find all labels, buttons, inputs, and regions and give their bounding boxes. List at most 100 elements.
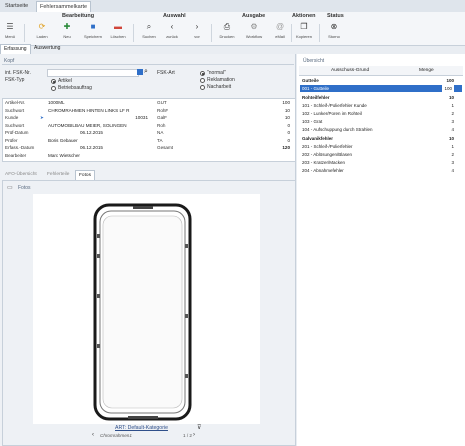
pruef-datum-value[interactable]: 06.12.2015	[48, 129, 103, 137]
overview-row[interactable]: 101 - Schleif-/Polierfehler Kunde 1	[300, 102, 462, 109]
overview-row[interactable]: 001 - Gutteile 100	[300, 85, 462, 92]
stat-gut-value: 100	[282, 100, 290, 105]
list-icon[interactable]	[137, 69, 143, 75]
pruefer-value[interactable]: Boris Gebauer	[48, 137, 148, 145]
tab-fotos[interactable]: Fotos	[75, 170, 95, 180]
overview-row[interactable]: 203 - Kratzer/Macken 3	[300, 159, 462, 166]
zurueck-button[interactable]: ‹ zurück	[163, 22, 181, 39]
photo-viewer[interactable]	[33, 194, 260, 424]
laden-button[interactable]: ⟳ Laden	[33, 22, 51, 39]
tab-erfassung[interactable]: Erfassung	[0, 44, 31, 54]
kopf-divider	[2, 64, 294, 65]
overview-row[interactable]: 201 - Schleif-/Polierfehler 1	[300, 143, 462, 150]
prev-photo-icon[interactable]: ‹	[92, 432, 94, 438]
overview-row[interactable]: 104 - Aufschuppung durch Strahlen 4	[300, 126, 462, 133]
ribbon-separator	[291, 24, 292, 42]
kunde-link-icon[interactable]: ➤	[40, 114, 44, 122]
kunde-label: Kunde	[5, 115, 19, 120]
stat-galf-value: 10	[284, 115, 290, 120]
overview-row[interactable]: Gutteile 100	[300, 77, 462, 84]
artikel-nr-label: Artikel-Nr.	[5, 100, 26, 105]
stat-gesamt-value: 120	[282, 145, 290, 150]
stat-ta-label: TA	[157, 137, 163, 143]
group-title-auswahl: Auswahl	[163, 13, 186, 19]
tab-fehlerteile[interactable]: Fehlerteile	[44, 170, 72, 179]
ribbon-separator	[24, 24, 25, 42]
overview-title: Übersicht	[303, 58, 325, 64]
mail-icon: @	[275, 22, 285, 31]
pruef-datum-label: Prüf-Datum	[5, 130, 29, 135]
tab-startseite[interactable]: Startseite	[2, 1, 31, 11]
fsk-typ-artikel-radio[interactable]	[51, 79, 56, 84]
stat-roh-value: 0	[287, 122, 290, 128]
filter-icon[interactable]: ⊽	[197, 424, 201, 431]
erfass-datum-label: Erfass.-Datum	[5, 145, 35, 150]
suchwort2-label: Suchwort	[5, 122, 25, 128]
loeschen-button[interactable]: ▬ Löschen	[109, 22, 127, 39]
overview-header-row: Ausschuss-Grund Menge	[299, 66, 463, 76]
column-header-menge[interactable]: Menge	[419, 68, 434, 73]
photo-pager: 1 / 2	[183, 433, 192, 438]
int-fsk-input[interactable]	[47, 69, 139, 77]
stat-na-label: NA	[157, 130, 164, 135]
suchen-button[interactable]: ⌕ Suchen	[140, 22, 158, 39]
bottom-tab-bar: AFO-Übersicht Fehlerteile Fotos	[0, 170, 295, 180]
suchwort2-value[interactable]: AUTOMOBILBAU MEIER, SOLINGEN	[48, 122, 148, 130]
back-icon: ‹	[170, 22, 174, 31]
photo-category-caption[interactable]: ART: Default-Kategorie	[115, 425, 168, 431]
storno-icon: ⊗	[330, 22, 338, 31]
tab-fehlersammelkarte[interactable]: Fehlersammelkarte	[36, 1, 92, 12]
drucken-button[interactable]: ⎙ Drucken	[218, 22, 236, 39]
search-icon[interactable]: ⌕	[144, 68, 148, 76]
tab-auswertung[interactable]: Auswertung	[31, 44, 63, 53]
email-button[interactable]: @ eMail	[271, 22, 289, 39]
artikel-nr-value[interactable]: 1000ML	[48, 99, 148, 107]
delete-icon: ▬	[114, 22, 122, 31]
fsk-art-nacharbeit-label: Nacharbeit	[207, 84, 232, 90]
erfass-datum-value[interactable]: 06.12.2015	[48, 144, 103, 152]
suchwort-value[interactable]: CHROMRAHMEN HINTEN LINKS LF R	[48, 107, 148, 115]
stat-gut-label: GUT	[157, 100, 167, 105]
stat-roh-label: Roh	[157, 122, 166, 128]
copy-icon: ❐	[300, 22, 308, 31]
sub-tab-bar: Erfassung Auswertung	[0, 44, 295, 54]
kopieren-button[interactable]: ❐ Kopieren	[295, 22, 313, 39]
fsk-typ-label: FSK-Typ	[5, 77, 25, 83]
ribbon-separator	[133, 24, 134, 42]
neu-button[interactable]: ✚ Neu	[58, 22, 76, 39]
fsk-art-nacharbeit-radio[interactable]	[200, 85, 205, 90]
collapse-icon[interactable]: ▭	[7, 184, 13, 191]
kunde-value[interactable]: 10031	[48, 114, 148, 122]
workflow-button[interactable]: ⚙ Workflow	[245, 22, 263, 39]
fsk-art-reklamation-radio[interactable]	[200, 78, 205, 83]
fotos-header: Fotos	[18, 185, 31, 191]
storno-button[interactable]: ⊗ Storno	[325, 22, 343, 39]
tab-afo-uebersicht[interactable]: AFO-Übersicht	[2, 170, 40, 179]
reload-icon: ⟳	[38, 22, 46, 31]
bearbeiter-label: Bearbeiter	[5, 152, 27, 158]
next-photo-icon[interactable]: ›	[193, 432, 195, 438]
bearbeiter-value[interactable]: Marc Wietscher	[48, 152, 148, 160]
overview-row[interactable]: 202 - Ablösungen/Blasen 2	[300, 151, 462, 158]
stat-na-value: 0	[287, 130, 290, 135]
vor-button[interactable]: › vor	[188, 22, 206, 39]
overview-row[interactable]: 103 - Grat 3	[300, 118, 462, 125]
column-header-ausschuss-grund[interactable]: Ausschuss-Grund	[331, 68, 369, 73]
fsk-art-normal-label: "normal"	[207, 70, 226, 76]
new-icon: ✚	[63, 22, 71, 31]
fsk-art-normal-radio[interactable]	[200, 71, 205, 76]
fsk-typ-betriebsauftrag-radio[interactable]	[51, 86, 56, 91]
overview-row[interactable]: Rohteilfehler 10	[300, 94, 462, 101]
stat-ta-value: 0	[287, 137, 290, 143]
overview-row[interactable]: 204 - Abnahmefehler 4	[300, 167, 462, 174]
group-title-status: Status	[327, 13, 344, 19]
int-fsk-label: int. FSK-Nr.	[5, 70, 31, 76]
suchwort-label: Suchwort	[5, 107, 25, 113]
menu-button[interactable]: ☰ Menü	[1, 22, 19, 39]
overview-row[interactable]: Galvanikfehler 10	[300, 135, 462, 142]
stat-galf-label: GalF	[157, 115, 167, 120]
save-icon: ■	[90, 22, 96, 31]
pruefer-label: Prüfer	[5, 137, 18, 143]
overview-row[interactable]: 102 - Lunker/Poren im Rohteil 2	[300, 110, 462, 117]
speichern-button[interactable]: ■ Speichern	[84, 22, 102, 39]
